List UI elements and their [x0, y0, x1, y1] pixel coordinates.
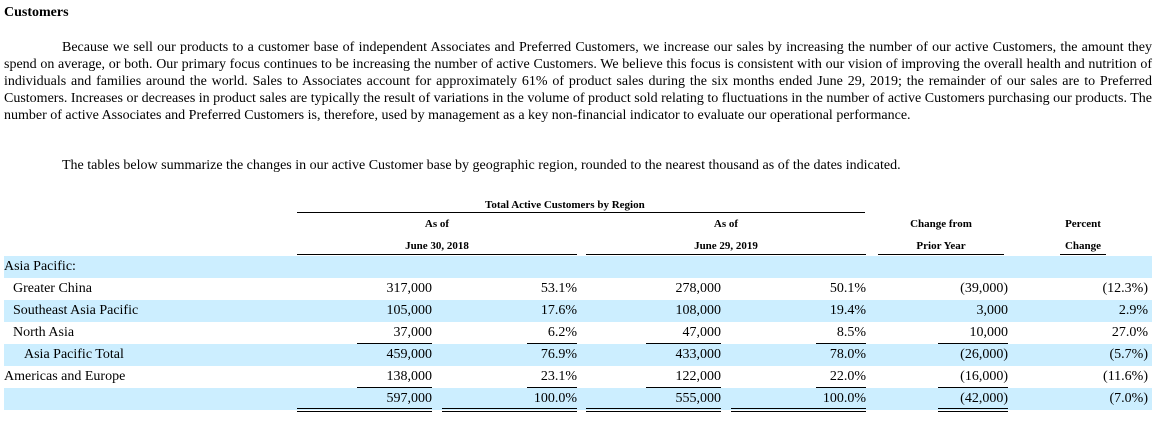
grand-total-double-rule — [731, 408, 866, 412]
cell-2018-count: 317,000 — [386, 281, 433, 296]
col-percent-header-line1: Percent — [1065, 218, 1101, 230]
cell-percent-change: (11.6%) — [1103, 369, 1148, 384]
row-label: Asia Pacific Total — [24, 347, 124, 362]
intro-paragraph: Because we sell our products to a custom… — [4, 39, 1152, 124]
cell-2019-count: 108,000 — [675, 303, 722, 318]
cell-2019-count: 47,000 — [682, 325, 722, 340]
grand-total-double-rule — [442, 408, 577, 412]
grand-total-double-rule — [938, 408, 1008, 412]
cell-2018-count: 459,000 — [386, 347, 433, 362]
cell-2018-count: 37,000 — [393, 325, 433, 340]
cell-2019-count: 278,000 — [675, 281, 722, 296]
cell-2019-pct: 22.0% — [829, 369, 866, 384]
cell-change: 10,000 — [969, 325, 1009, 340]
cell-percent-change: (12.3%) — [1102, 281, 1149, 296]
cell-2019-pct: 100.0% — [822, 391, 866, 406]
cell-change: (42,000) — [960, 391, 1008, 406]
cell-percent-change: 2.9% — [1118, 303, 1148, 318]
cell-2019-count: 433,000 — [675, 347, 722, 362]
col-2018-header-line2: June 30, 2018 — [405, 240, 469, 252]
caption-rule — [297, 212, 865, 213]
col-change-header-line2: Prior Year — [916, 240, 966, 252]
intro-paragraph-text: Because we sell our products to a custom… — [4, 40, 1152, 123]
cell-2019-count: 555,000 — [675, 391, 722, 406]
row-label: Southeast Asia Pacific — [13, 303, 139, 318]
cell-2018-pct: 76.9% — [540, 347, 577, 362]
col-2019-header-rule — [586, 254, 866, 255]
row-label: North Asia — [13, 325, 75, 340]
cell-percent-change: (5.7%) — [1109, 347, 1149, 362]
cell-2018-pct: 53.1% — [540, 281, 577, 296]
cell-percent-change: (7.0%) — [1109, 391, 1149, 406]
cell-2018-count: 597,000 — [386, 391, 433, 406]
col-2018-header-rule — [297, 254, 577, 255]
cell-change: (16,000) — [960, 369, 1008, 384]
cell-2019-count: 122,000 — [675, 369, 722, 384]
cell-2019-pct: 78.0% — [829, 347, 866, 362]
cell-2018-pct: 100.0% — [533, 391, 577, 406]
col-change-header-line1: Change from — [910, 218, 972, 230]
grand-total-double-rule — [297, 408, 432, 412]
col-percent-header-line2: Change — [1064, 240, 1102, 252]
section-title: Customers — [4, 5, 69, 20]
cell-2019-pct: 50.1% — [829, 281, 866, 296]
row-label: Asia Pacific: — [4, 259, 76, 274]
col-percent-header-rule — [1060, 254, 1106, 255]
cell-2019-pct: 19.4% — [829, 303, 866, 318]
row-label: Greater China — [13, 281, 92, 296]
cell-2018-count: 138,000 — [386, 369, 433, 384]
grand-total-double-rule — [586, 408, 721, 412]
cell-percent-change: 27.0% — [1111, 325, 1148, 340]
cell-2018-count: 105,000 — [386, 303, 433, 318]
table-caption: Total Active Customers by Region — [485, 199, 645, 211]
row-bg-asia-pacific — [4, 256, 1152, 278]
col-2019-header-line1: As of — [713, 218, 739, 230]
col-change-header-rule — [878, 254, 1004, 255]
cell-change: (39,000) — [960, 281, 1008, 296]
cell-change: (26,000) — [960, 347, 1008, 362]
cell-2018-pct: 23.1% — [540, 369, 577, 384]
cell-2019-pct: 8.5% — [836, 325, 866, 340]
col-2018-header-line1: As of — [424, 218, 450, 230]
cell-2018-pct: 17.6% — [540, 303, 577, 318]
row-label: Americas and Europe — [4, 369, 126, 384]
cell-2018-pct: 6.2% — [547, 325, 577, 340]
col-2019-header-line2: June 29, 2019 — [694, 240, 758, 252]
table-intro-paragraph: The tables below summarize the changes i… — [62, 158, 901, 173]
cell-change: 3,000 — [976, 303, 1009, 318]
